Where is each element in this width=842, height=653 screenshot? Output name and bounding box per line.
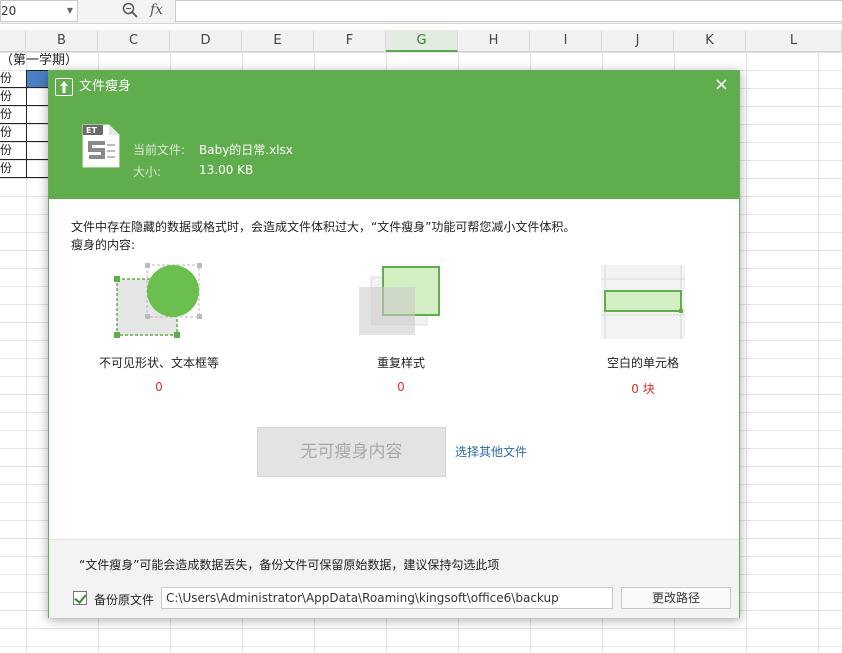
duplicate-styles-icon — [357, 265, 443, 339]
file-size-value: 13.00 KB — [199, 163, 253, 177]
current-file-name: Baby的日常.xlsx — [199, 141, 293, 158]
close-icon[interactable]: × — [714, 75, 729, 95]
feature-count: 0 — [59, 380, 259, 394]
slim-app-icon — [55, 78, 73, 96]
backup-path-input[interactable] — [161, 587, 613, 609]
backup-checkbox[interactable] — [73, 591, 87, 605]
column-header[interactable]: J — [602, 30, 674, 52]
file-size-label: 大小: — [133, 163, 161, 180]
column-header-a[interactable] — [0, 30, 26, 52]
name-box[interactable]: 20 ▼ — [0, 0, 78, 22]
column-header[interactable]: B — [26, 30, 98, 52]
column-header-active[interactable]: G — [386, 30, 458, 52]
feature-label: 不可见形状、文本框等 — [59, 354, 259, 371]
shape-selection-icon — [113, 261, 205, 341]
backup-warning: “文件瘦身”可能会造成数据丢失，备份文件可保留原始数据，建议保持勾选此项 — [79, 556, 499, 573]
column-header[interactable]: F — [314, 30, 386, 52]
spreadsheet-file-icon: ET — [81, 123, 121, 169]
feature-label: 空白的单元格 — [543, 354, 743, 371]
backup-checkbox-label[interactable]: 备份原文件 — [94, 591, 154, 608]
column-header[interactable]: D — [170, 30, 242, 52]
column-header[interactable]: L — [746, 30, 842, 52]
empty-cell-icon — [599, 263, 687, 341]
formula-bar: 20 ▼ fx — [0, 0, 842, 24]
dialog-title: 文件瘦身 — [79, 77, 131, 97]
feature-label: 重复样式 — [301, 354, 501, 371]
slim-button[interactable]: 无可瘦身内容 — [257, 427, 446, 477]
current-file-label: 当前文件: — [133, 141, 185, 158]
cell[interactable]: 份 — [0, 88, 26, 106]
feature-count: 0 块 — [543, 380, 743, 397]
cell[interactable]: 份 — [0, 142, 26, 160]
column-header[interactable]: K — [674, 30, 746, 52]
name-box-value: 20 — [1, 4, 16, 18]
cell-title[interactable]: （第一学期） — [0, 52, 110, 70]
change-path-button[interactable]: 更改路径 — [621, 587, 731, 609]
magnifier-icon[interactable] — [122, 2, 138, 22]
feature-count: 0 — [301, 380, 501, 394]
file-slim-dialog: 文件瘦身 × ET 当前文件: Baby的日常.xlsx 大小: 13.00 K… — [48, 70, 740, 618]
column-header[interactable]: C — [98, 30, 170, 52]
fx-icon[interactable]: fx — [150, 2, 163, 18]
column-header[interactable]: E — [242, 30, 314, 52]
chevron-down-icon[interactable]: ▼ — [67, 1, 73, 21]
content-heading: 瘦身的内容: — [71, 236, 135, 253]
cell[interactable]: 份 — [0, 70, 26, 88]
cell[interactable]: 份 — [0, 124, 26, 142]
cell[interactable]: 份 — [0, 160, 26, 178]
file-icon-text: ET — [86, 126, 97, 135]
dialog-description: 文件中存在隐藏的数据或格式时，会造成文件体积过大，“文件瘦身”功能可帮您减小文件… — [71, 218, 575, 235]
column-header[interactable]: I — [530, 30, 602, 52]
select-other-file-link[interactable]: 选择其他文件 — [455, 443, 527, 460]
dialog-header: 文件瘦身 × ET 当前文件: Baby的日常.xlsx 大小: 13.00 K… — [49, 71, 739, 199]
column-header[interactable]: H — [458, 30, 530, 52]
formula-input[interactable] — [175, 0, 842, 22]
dialog-footer: “文件瘦身”可能会造成数据丢失，备份文件可保留原始数据，建议保持勾选此项 备份原… — [49, 539, 739, 618]
cell[interactable]: 份 — [0, 106, 26, 124]
